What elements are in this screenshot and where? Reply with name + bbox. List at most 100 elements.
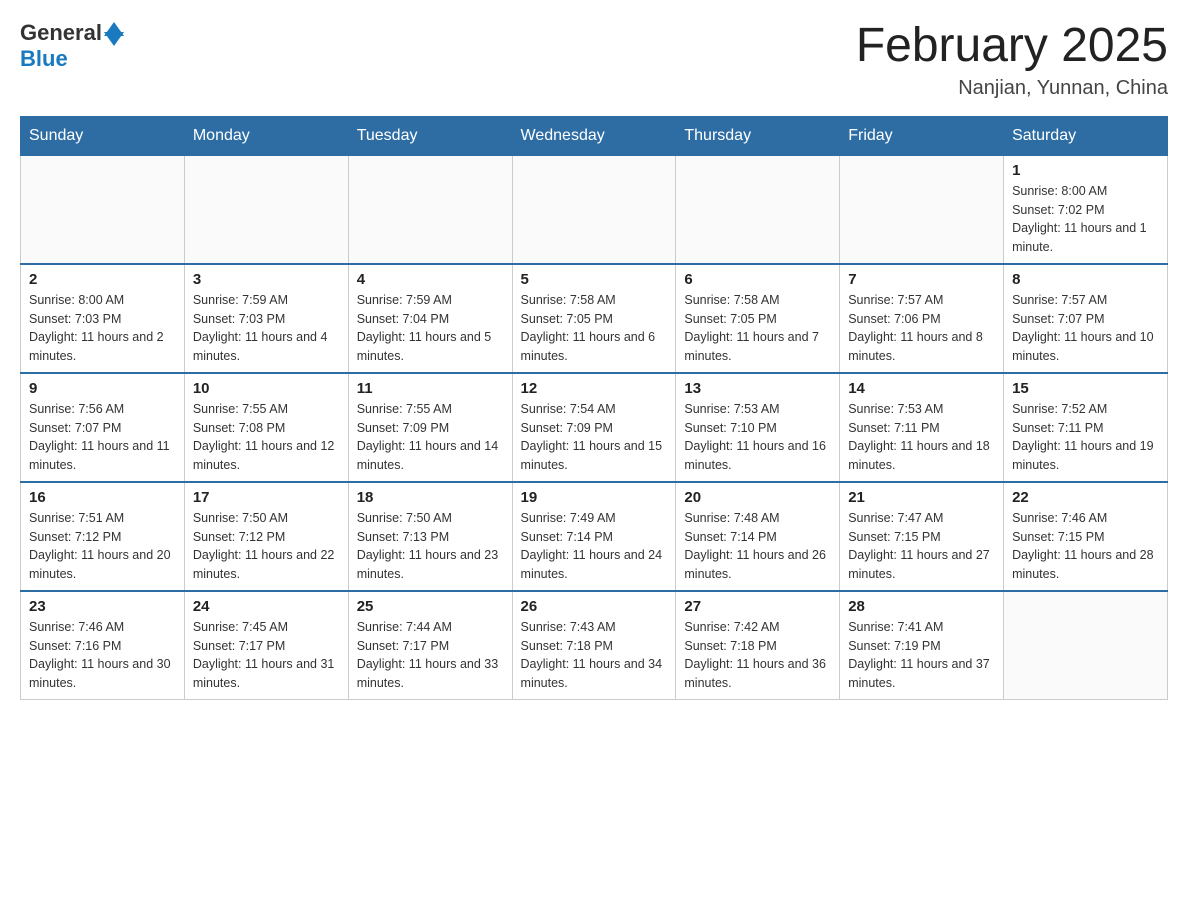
calendar-cell <box>512 155 676 264</box>
calendar-week-row: 23 Sunrise: 7:46 AM Sunset: 7:16 PM Dayli… <box>21 591 1168 700</box>
calendar-cell <box>348 155 512 264</box>
day-number: 19 <box>521 489 668 506</box>
calendar-cell: 21 Sunrise: 7:47 AM Sunset: 7:15 PM Dayli… <box>840 482 1004 591</box>
calendar-week-row: 1 Sunrise: 8:00 AM Sunset: 7:02 PM Daylig… <box>21 155 1168 264</box>
day-number: 6 <box>684 271 831 288</box>
day-info: Sunrise: 7:44 AM Sunset: 7:17 PM Dayligh… <box>357 618 504 693</box>
day-info: Sunrise: 8:00 AM Sunset: 7:03 PM Dayligh… <box>29 291 176 366</box>
day-info: Sunrise: 7:53 AM Sunset: 7:11 PM Dayligh… <box>848 400 995 475</box>
month-title: February 2025 <box>856 20 1168 73</box>
logo-general: General <box>20 20 102 46</box>
day-number: 11 <box>357 380 504 397</box>
day-number: 27 <box>684 598 831 615</box>
day-number: 4 <box>357 271 504 288</box>
day-number: 8 <box>1012 271 1159 288</box>
calendar-cell: 18Sunrise: 7:50 AM Sunset: 7:13 PM Dayli… <box>348 482 512 591</box>
calendar-cell <box>21 155 185 264</box>
day-of-week-header: Friday <box>840 116 1004 155</box>
day-of-week-header: Sunday <box>21 116 185 155</box>
day-number: 5 <box>521 271 668 288</box>
day-info: Sunrise: 7:49 AM Sunset: 7:14 PM Dayligh… <box>521 509 668 584</box>
calendar-cell: 7 Sunrise: 7:57 AM Sunset: 7:06 PM Daylig… <box>840 264 1004 373</box>
calendar-cell: 27 Sunrise: 7:42 AM Sunset: 7:18 PM Dayli… <box>676 591 840 700</box>
calendar-cell: 2 Sunrise: 8:00 AM Sunset: 7:03 PM Daylig… <box>21 264 185 373</box>
calendar-cell <box>1004 591 1168 700</box>
day-number: 10 <box>193 380 340 397</box>
day-number: 16 <box>29 489 176 506</box>
day-info: Sunrise: 7:42 AM Sunset: 7:18 PM Dayligh… <box>684 618 831 693</box>
day-number: 14 <box>848 380 995 397</box>
day-number: 7 <box>848 271 995 288</box>
calendar-cell: 8 Sunrise: 7:57 AM Sunset: 7:07 PM Daylig… <box>1004 264 1168 373</box>
day-number: 28 <box>848 598 995 615</box>
day-number: 21 <box>848 489 995 506</box>
calendar-cell: 22Sunrise: 7:46 AM Sunset: 7:15 PM Dayli… <box>1004 482 1168 591</box>
calendar-cell: 13 Sunrise: 7:53 AM Sunset: 7:10 PM Dayli… <box>676 373 840 482</box>
day-number: 20 <box>684 489 831 506</box>
day-number: 26 <box>521 598 668 615</box>
calendar-cell: 16 Sunrise: 7:51 AM Sunset: 7:12 PM Dayli… <box>21 482 185 591</box>
calendar-cell: 14 Sunrise: 7:53 AM Sunset: 7:11 PM Dayli… <box>840 373 1004 482</box>
day-info: Sunrise: 7:57 AM Sunset: 7:07 PM Dayligh… <box>1012 291 1159 366</box>
day-info: Sunrise: 7:45 AM Sunset: 7:17 PM Dayligh… <box>193 618 340 693</box>
day-info: Sunrise: 7:55 AM Sunset: 7:08 PM Dayligh… <box>193 400 340 475</box>
calendar-cell: 24 Sunrise: 7:45 AM Sunset: 7:17 PM Dayli… <box>184 591 348 700</box>
day-number: 25 <box>357 598 504 615</box>
day-number: 9 <box>29 380 176 397</box>
day-info: Sunrise: 7:47 AM Sunset: 7:15 PM Dayligh… <box>848 509 995 584</box>
calendar-cell: 20Sunrise: 7:48 AM Sunset: 7:14 PM Dayli… <box>676 482 840 591</box>
day-info: Sunrise: 7:55 AM Sunset: 7:09 PM Dayligh… <box>357 400 504 475</box>
calendar-cell: 3 Sunrise: 7:59 AM Sunset: 7:03 PM Daylig… <box>184 264 348 373</box>
calendar-cell: 11 Sunrise: 7:55 AM Sunset: 7:09 PM Dayli… <box>348 373 512 482</box>
calendar-cell <box>184 155 348 264</box>
day-of-week-header: Thursday <box>676 116 840 155</box>
day-info: Sunrise: 7:46 AM Sunset: 7:16 PM Dayligh… <box>29 618 176 693</box>
day-number: 15 <box>1012 380 1159 397</box>
page-header: General Blue February 2025 Nanjian, Yunn… <box>20 20 1168 100</box>
day-info: Sunrise: 7:54 AM Sunset: 7:09 PM Dayligh… <box>521 400 668 475</box>
day-number: 3 <box>193 271 340 288</box>
day-info: Sunrise: 7:43 AM Sunset: 7:18 PM Dayligh… <box>521 618 668 693</box>
day-info: Sunrise: 7:52 AM Sunset: 7:11 PM Dayligh… <box>1012 400 1159 475</box>
day-number: 2 <box>29 271 176 288</box>
calendar-cell: 26 Sunrise: 7:43 AM Sunset: 7:18 PM Dayli… <box>512 591 676 700</box>
title-section: February 2025 Nanjian, Yunnan, China <box>856 20 1168 100</box>
day-info: Sunrise: 8:00 AM Sunset: 7:02 PM Dayligh… <box>1012 182 1159 257</box>
day-number: 23 <box>29 598 176 615</box>
calendar-cell: 9 Sunrise: 7:56 AM Sunset: 7:07 PM Daylig… <box>21 373 185 482</box>
day-of-week-header: Wednesday <box>512 116 676 155</box>
calendar-cell: 25 Sunrise: 7:44 AM Sunset: 7:17 PM Dayli… <box>348 591 512 700</box>
calendar-cell: 19 Sunrise: 7:49 AM Sunset: 7:14 PM Dayli… <box>512 482 676 591</box>
day-number: 1 <box>1012 162 1159 179</box>
day-info: Sunrise: 7:56 AM Sunset: 7:07 PM Dayligh… <box>29 400 176 475</box>
day-of-week-header: Saturday <box>1004 116 1168 155</box>
day-number: 22 <box>1012 489 1159 506</box>
logo: General Blue <box>20 20 124 72</box>
calendar-week-row: 2 Sunrise: 8:00 AM Sunset: 7:03 PM Daylig… <box>21 264 1168 373</box>
calendar-week-row: 16 Sunrise: 7:51 AM Sunset: 7:12 PM Dayli… <box>21 482 1168 591</box>
day-number: 17 <box>193 489 340 506</box>
day-info: Sunrise: 7:53 AM Sunset: 7:10 PM Dayligh… <box>684 400 831 475</box>
calendar-cell: 6 Sunrise: 7:58 AM Sunset: 7:05 PM Daylig… <box>676 264 840 373</box>
day-info: Sunrise: 7:59 AM Sunset: 7:03 PM Dayligh… <box>193 291 340 366</box>
calendar-header-row: SundayMondayTuesdayWednesdayThursdayFrid… <box>21 116 1168 155</box>
calendar-cell: 15 Sunrise: 7:52 AM Sunset: 7:11 PM Dayli… <box>1004 373 1168 482</box>
calendar-cell: 10 Sunrise: 7:55 AM Sunset: 7:08 PM Dayli… <box>184 373 348 482</box>
calendar-cell: 28Sunrise: 7:41 AM Sunset: 7:19 PM Dayli… <box>840 591 1004 700</box>
day-info: Sunrise: 7:58 AM Sunset: 7:05 PM Dayligh… <box>684 291 831 366</box>
day-number: 18 <box>357 489 504 506</box>
location: Nanjian, Yunnan, China <box>856 77 1168 100</box>
day-of-week-header: Tuesday <box>348 116 512 155</box>
day-of-week-header: Monday <box>184 116 348 155</box>
day-info: Sunrise: 7:50 AM Sunset: 7:12 PM Dayligh… <box>193 509 340 584</box>
day-number: 12 <box>521 380 668 397</box>
calendar-cell: 17 Sunrise: 7:50 AM Sunset: 7:12 PM Dayli… <box>184 482 348 591</box>
day-number: 13 <box>684 380 831 397</box>
day-info: Sunrise: 7:51 AM Sunset: 7:12 PM Dayligh… <box>29 509 176 584</box>
day-info: Sunrise: 7:57 AM Sunset: 7:06 PM Dayligh… <box>848 291 995 366</box>
calendar-cell <box>676 155 840 264</box>
calendar-cell <box>840 155 1004 264</box>
calendar-cell: 23 Sunrise: 7:46 AM Sunset: 7:16 PM Dayli… <box>21 591 185 700</box>
calendar-cell: 4Sunrise: 7:59 AM Sunset: 7:04 PM Daylig… <box>348 264 512 373</box>
day-number: 24 <box>193 598 340 615</box>
